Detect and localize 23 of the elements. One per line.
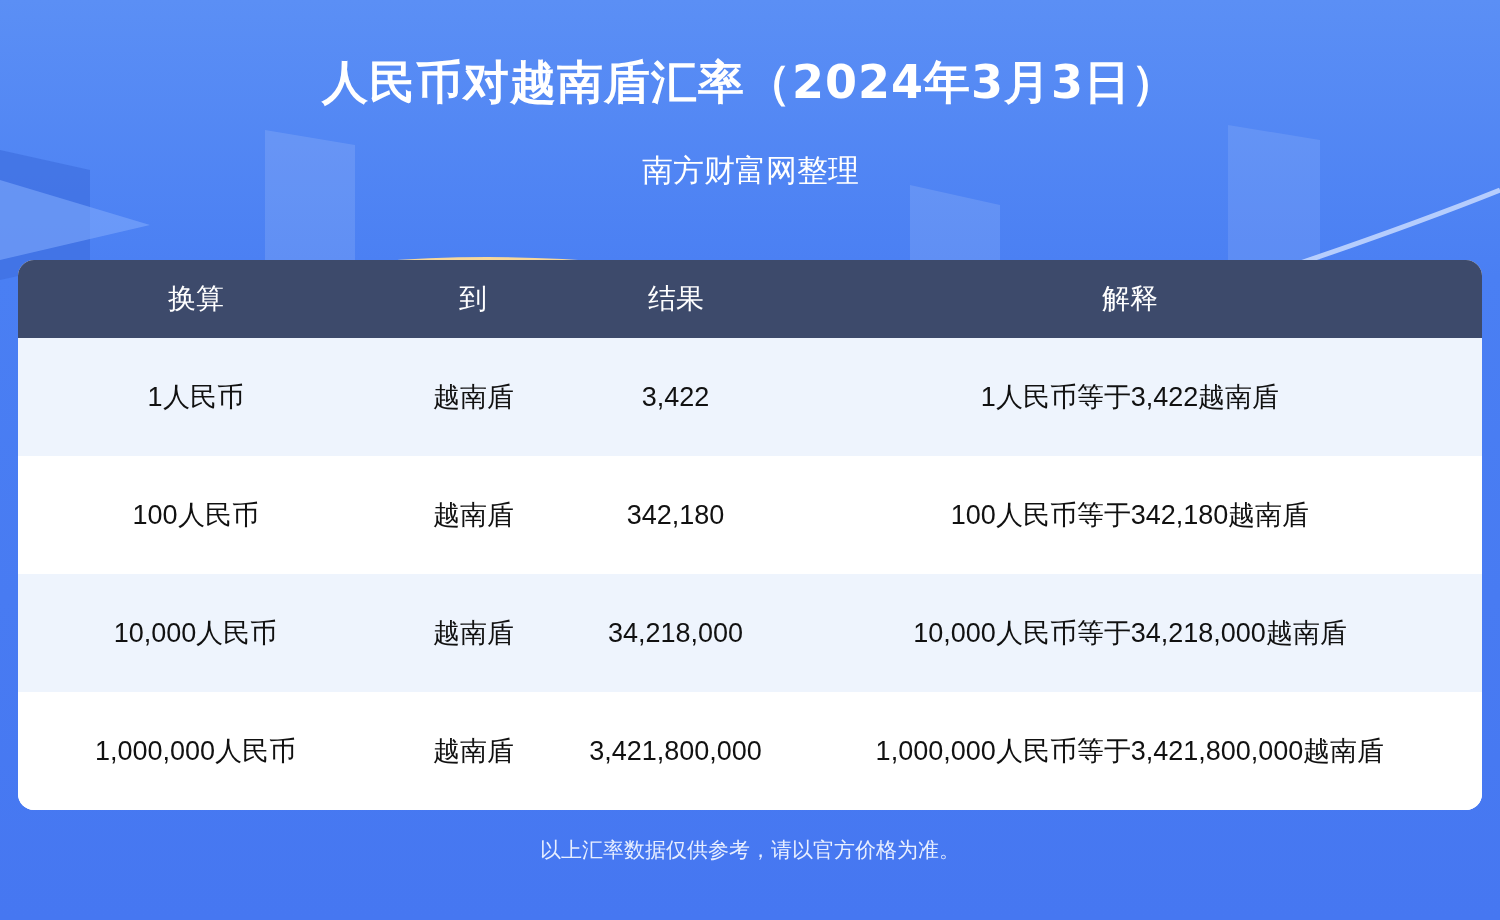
- column-header: 到: [458, 282, 488, 316]
- column-header: 结果: [646, 282, 705, 316]
- table-cell-text: 10,000人民币: [112, 617, 279, 650]
- page-title: 人民币对越南盾汇率（2024年3月3日）: [321, 54, 1178, 111]
- table-cell-text: 越南盾: [431, 735, 515, 768]
- table-cell-text: 1人民币等于3,422越南盾: [979, 381, 1281, 414]
- table-cell-text: 越南盾: [431, 499, 515, 532]
- table-cell-text: 34,218,000: [606, 616, 745, 650]
- column-header: 解释: [1101, 282, 1159, 316]
- table-cell-text: 1,000,000人民币: [93, 735, 298, 768]
- page-subtitle: 南方财富网整理: [641, 151, 859, 190]
- column-header: 换算: [166, 282, 225, 316]
- table-cell-text: 1人民币: [146, 381, 245, 414]
- table-cell-text: 100人民币等于342,180越南盾: [949, 499, 1311, 532]
- table-cell-text: 100人民币: [131, 499, 260, 532]
- table-cell-text: 3,421,800,000: [588, 734, 763, 768]
- table-cell-text: 10,000人民币等于34,218,000越南盾: [912, 617, 1348, 650]
- table-cell-text: 342,180: [625, 498, 726, 532]
- disclaimer-note: 以上汇率数据仅供参考，请以官方价格为准。: [540, 837, 960, 864]
- table-cell-text: 越南盾: [431, 381, 515, 414]
- table-cell-text: 3,422: [640, 380, 711, 414]
- table-cell-text: 1,000,000人民币等于3,421,800,000越南盾: [874, 735, 1386, 768]
- table-cell-text: 越南盾: [431, 617, 515, 650]
